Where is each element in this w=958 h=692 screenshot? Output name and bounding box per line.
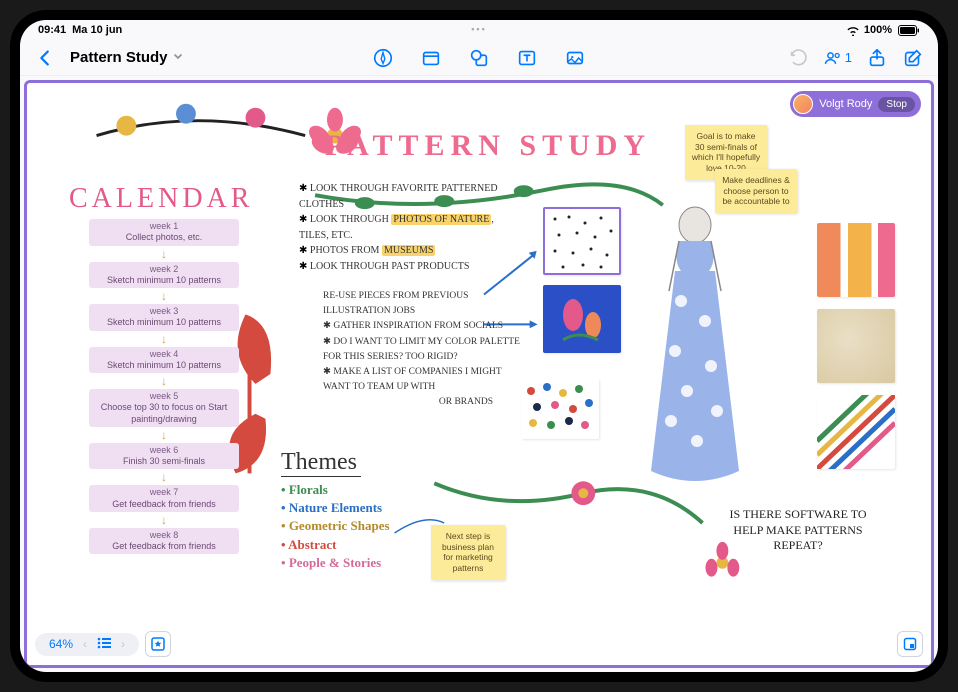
navbar: Pattern Study — [20, 40, 938, 76]
question-text: IS THERE SOFTWARE TO HELP MAKE PATTERNS … — [713, 507, 883, 554]
calendar-item: week 5Choose top 30 to focus on Start pa… — [89, 389, 239, 427]
calendar-item: week 1Collect photos, etc. — [89, 219, 239, 246]
arrow-down-icon: ↓ — [69, 514, 259, 526]
theme-item: Abstract — [281, 536, 441, 554]
note-line: PHOTOS FROM MUSEUMS — [299, 243, 519, 259]
ipad-frame: 09:41 Ma 10 jun ••• 100% Pat — [10, 10, 948, 682]
calendar-section: CALENDAR week 1Collect photos, etc.↓week… — [69, 183, 259, 556]
screen: 09:41 Ma 10 jun ••• 100% Pat — [20, 20, 938, 672]
note-line: LOOK THROUGH PAST PRODUCTS — [299, 259, 519, 275]
bottom-toolbar: 64% ‹ › — [35, 631, 171, 657]
zoom-controls[interactable]: 64% ‹ › — [35, 633, 139, 656]
avatar — [793, 94, 813, 114]
arrow-down-icon: ↓ — [69, 333, 259, 345]
multitask-dots-icon[interactable]: ••• — [471, 24, 486, 34]
pen-tool-icon[interactable] — [372, 47, 394, 69]
pattern-swatch-rays[interactable] — [817, 395, 895, 469]
notes-mid: RE-USE PIECES FROM PREVIOUS ILLUSTRATION… — [323, 289, 523, 411]
collab-count-value: 1 — [845, 50, 852, 65]
chevron-down-icon — [172, 49, 184, 66]
board-title: Pattern Study — [70, 49, 168, 66]
back-icon[interactable] — [34, 47, 56, 69]
text-box-icon[interactable] — [516, 47, 538, 69]
arrow-down-icon: ↓ — [69, 429, 259, 441]
wifi-icon — [846, 25, 860, 36]
favorite-view-button[interactable] — [145, 631, 171, 657]
note-line: RE-USE PIECES FROM PREVIOUS ILLUSTRATION… — [323, 289, 523, 319]
pattern-swatch-floral[interactable] — [543, 285, 621, 353]
note-line: ✱ DO I WANT TO LIMIT MY COLOR PALETTE FO… — [323, 335, 523, 365]
pattern-swatch-confetti[interactable] — [521, 379, 599, 439]
theme-item: People & Stories — [281, 554, 441, 572]
arrow-down-icon: ↓ — [69, 248, 259, 260]
share-icon[interactable] — [866, 47, 888, 69]
note-line: ✱ GATHER INSPIRATION FROM SOCIALS — [323, 319, 523, 334]
battery-percent: 100% — [864, 24, 892, 36]
calendar-item: week 6Finish 30 semi-finals — [89, 443, 239, 470]
themes-section: Themes FloralsNature ElementsGeometric S… — [281, 449, 441, 572]
compose-icon[interactable] — [902, 47, 924, 69]
zoom-next-icon[interactable]: › — [121, 637, 125, 651]
calendar-item: week 2Sketch minimum 10 patterns — [89, 262, 239, 289]
theme-item: Florals — [281, 481, 441, 499]
theme-item: Geometric Shapes — [281, 517, 441, 535]
minimap-button[interactable] — [897, 631, 923, 657]
note-line: LOOK THROUGH FAVORITE PATTERNED CLOTHES — [299, 181, 519, 212]
following-badge[interactable]: Volgt Rody Stop — [790, 91, 921, 117]
media-icon[interactable] — [564, 47, 586, 69]
pattern-swatch-wash[interactable] — [817, 309, 895, 383]
sticky-note[interactable]: Next step is business plan for marketing… — [431, 525, 505, 580]
note-line: ✱ MAKE A LIST OF COMPANIES I MIGHT WANT … — [323, 365, 523, 395]
status-time: 09:41 — [38, 24, 66, 36]
canvas-title: PATTERN STUDY — [325, 129, 651, 163]
bottom-right-tools — [897, 631, 923, 657]
calendar-item: week 8Get feedback from friends — [89, 528, 239, 555]
undo-icon[interactable] — [787, 47, 809, 69]
theme-item: Nature Elements — [281, 499, 441, 517]
zoom-value: 64% — [49, 637, 73, 651]
pattern-swatch-stripes[interactable] — [817, 223, 895, 297]
freeform-board[interactable]: Volgt Rody Stop PATTERN STUDY CALENDAR w… — [24, 80, 934, 668]
canvas-viewport[interactable]: Volgt Rody Stop PATTERN STUDY CALENDAR w… — [20, 76, 938, 672]
themes-heading: Themes — [281, 449, 361, 477]
following-label: Volgt Rody — [819, 98, 872, 110]
pattern-swatch-dots[interactable] — [543, 207, 621, 275]
shapes-icon[interactable] — [468, 47, 490, 69]
calendar-item: week 7Get feedback from friends — [89, 485, 239, 512]
calendar-item: week 4Sketch minimum 10 patterns — [89, 347, 239, 374]
note-line: OR BRANDS — [323, 395, 523, 410]
arrow-down-icon: ↓ — [69, 375, 259, 387]
sticky-note-icon[interactable] — [420, 47, 442, 69]
collaborators-button[interactable]: 1 — [823, 48, 852, 68]
board-title-dropdown[interactable]: Pattern Study — [70, 49, 184, 66]
arrow-down-icon: ↓ — [69, 290, 259, 302]
status-date: Ma 10 jun — [72, 24, 122, 36]
status-bar: 09:41 Ma 10 jun ••• 100% — [20, 20, 938, 40]
battery-icon — [896, 25, 920, 36]
calendar-heading: CALENDAR — [69, 183, 259, 215]
arrow-down-icon: ↓ — [69, 471, 259, 483]
note-line: LOOK THROUGH PHOTOS OF NATURE, TILES, ET… — [299, 212, 519, 243]
calendar-item: week 3Sketch minimum 10 patterns — [89, 304, 239, 331]
notes-top: LOOK THROUGH FAVORITE PATTERNED CLOTHES … — [299, 181, 519, 274]
stop-following-button[interactable]: Stop — [878, 97, 915, 112]
dress-illustration[interactable] — [631, 201, 759, 501]
zoom-prev-icon[interactable]: ‹ — [83, 637, 87, 651]
outline-icon[interactable] — [97, 637, 111, 652]
